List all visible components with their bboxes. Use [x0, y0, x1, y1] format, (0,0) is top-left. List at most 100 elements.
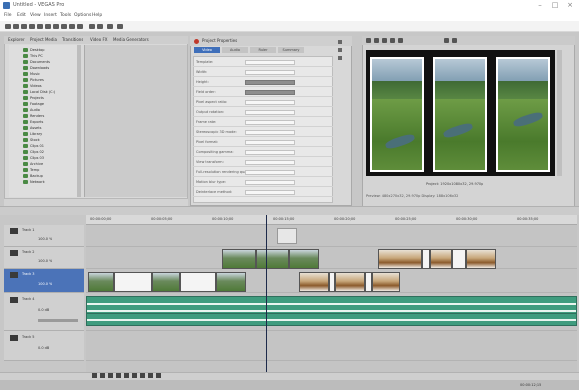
width-field[interactable] — [245, 70, 295, 75]
video-clip[interactable] — [216, 272, 246, 292]
video-clip[interactable] — [299, 272, 329, 292]
track-lane[interactable] — [86, 247, 577, 269]
pixel-aspect-select[interactable] — [245, 100, 295, 105]
playhead-cursor[interactable] — [266, 215, 267, 372]
track-header[interactable]: Track 1 100.0 % — [4, 225, 84, 247]
paste-icon[interactable] — [61, 24, 67, 29]
copy-snapshot-icon[interactable] — [390, 38, 395, 43]
track-header[interactable]: Track 2 100.0 % — [4, 247, 84, 269]
open-icon[interactable] — [13, 24, 19, 29]
menu-options[interactable]: Options — [74, 12, 91, 19]
pixel-format-select[interactable] — [245, 140, 295, 145]
copy-icon[interactable] — [53, 24, 59, 29]
template-select[interactable] — [245, 60, 295, 65]
settings-icon[interactable] — [338, 48, 342, 52]
menu-insert[interactable]: Insert — [44, 12, 57, 19]
snapping-icon[interactable] — [107, 24, 113, 29]
video-clip[interactable] — [430, 249, 452, 269]
tab-project-media[interactable]: Project Media — [30, 37, 57, 43]
video-clip[interactable] — [365, 272, 372, 292]
track-lane[interactable] — [86, 331, 577, 361]
video-clip[interactable] — [222, 249, 256, 269]
audio-clip[interactable] — [86, 313, 577, 326]
undo-icon[interactable] — [69, 24, 75, 29]
rotation-select[interactable] — [245, 110, 295, 115]
frame-rate-select[interactable] — [245, 120, 295, 125]
envelope-tool-icon[interactable] — [97, 24, 103, 29]
close-icon[interactable] — [338, 56, 342, 60]
help-icon[interactable] — [117, 24, 123, 29]
video-clip[interactable] — [452, 249, 466, 269]
close-icon[interactable]: × — [564, 1, 576, 10]
tab-explorer[interactable]: Explorer — [8, 37, 25, 43]
maximize-icon[interactable]: □ — [549, 1, 561, 10]
track-header[interactable]: Track 4 0.0 dB — [4, 293, 84, 331]
video-clip[interactable] — [335, 272, 365, 292]
explorer-scrollbar[interactable] — [77, 45, 81, 197]
tree-item[interactable]: Network — [9, 179, 79, 185]
loop-icon[interactable] — [100, 373, 105, 378]
menu-tools[interactable]: Tools — [60, 12, 71, 19]
preview-scrollbar[interactable] — [557, 50, 562, 176]
motion-blur-select[interactable] — [245, 180, 295, 185]
video-clip[interactable] — [422, 249, 430, 269]
preview-settings-icon[interactable] — [366, 38, 371, 43]
pause-icon[interactable] — [124, 373, 129, 378]
field-order-select[interactable] — [245, 90, 295, 95]
external-monitor-icon[interactable] — [444, 38, 449, 43]
explorer-file-list[interactable] — [84, 45, 187, 197]
record-icon[interactable] — [92, 373, 97, 378]
menu-help[interactable]: Help — [92, 12, 102, 19]
tab-ruler[interactable]: Ruler — [250, 47, 276, 53]
menu-file[interactable]: File — [4, 12, 12, 19]
overlay-icon[interactable] — [382, 38, 387, 43]
play-icon[interactable] — [116, 373, 121, 378]
properties-icon[interactable] — [37, 24, 43, 29]
video-clip[interactable] — [180, 272, 216, 292]
render-icon[interactable] — [29, 24, 35, 29]
tab-media-generators[interactable]: Media Generators — [113, 37, 149, 43]
gamma-select[interactable] — [245, 150, 295, 155]
video-clip[interactable] — [378, 249, 422, 269]
track-header[interactable]: Track 5 0.0 dB — [4, 331, 84, 361]
folder-icon — [23, 132, 28, 136]
menu-view[interactable]: View — [30, 12, 41, 19]
go-to-end-icon[interactable] — [156, 373, 161, 378]
transition-thumbnail[interactable] — [277, 228, 297, 244]
minimize-icon[interactable]: – — [534, 1, 546, 10]
tab-audio[interactable]: Audio — [222, 47, 248, 53]
height-field[interactable] — [245, 80, 295, 85]
video-clip[interactable] — [466, 249, 496, 269]
redo-icon[interactable] — [77, 24, 83, 29]
tab-transitions[interactable]: Transitions — [62, 37, 83, 43]
save-snapshot-icon[interactable] — [398, 38, 403, 43]
volume-slider[interactable] — [38, 319, 78, 322]
edit-tool-icon[interactable] — [89, 24, 95, 29]
tab-summary[interactable]: Summary — [278, 47, 304, 53]
video-clip[interactable] — [114, 272, 152, 292]
deinterlace-select[interactable] — [245, 190, 295, 195]
tab-video-fx[interactable]: Video FX — [90, 37, 108, 43]
stop-icon[interactable] — [132, 373, 137, 378]
stereo-select[interactable] — [245, 130, 295, 135]
pin-icon[interactable] — [338, 40, 342, 44]
prev-frame-icon[interactable] — [140, 373, 145, 378]
next-frame-icon[interactable] — [148, 373, 153, 378]
render-quality-select[interactable] — [245, 170, 295, 175]
save-icon[interactable] — [21, 24, 27, 29]
track-header-selected[interactable]: Track 3 100.0 % — [4, 269, 84, 293]
video-clip[interactable] — [372, 272, 400, 292]
video-clip[interactable] — [289, 249, 319, 269]
preview-quality-icon[interactable] — [452, 38, 457, 43]
cut-icon[interactable] — [45, 24, 51, 29]
split-screen-icon[interactable] — [374, 38, 379, 43]
video-clip[interactable] — [152, 272, 180, 292]
view-transform-select[interactable] — [245, 160, 295, 165]
tab-video[interactable]: Video — [194, 47, 220, 53]
play-from-start-icon[interactable] — [108, 373, 113, 378]
video-clip[interactable] — [88, 272, 114, 292]
menu-edit[interactable]: Edit — [17, 12, 26, 19]
video-clip[interactable] — [256, 249, 289, 269]
track-lane[interactable] — [86, 225, 577, 247]
new-project-icon[interactable] — [5, 24, 11, 29]
